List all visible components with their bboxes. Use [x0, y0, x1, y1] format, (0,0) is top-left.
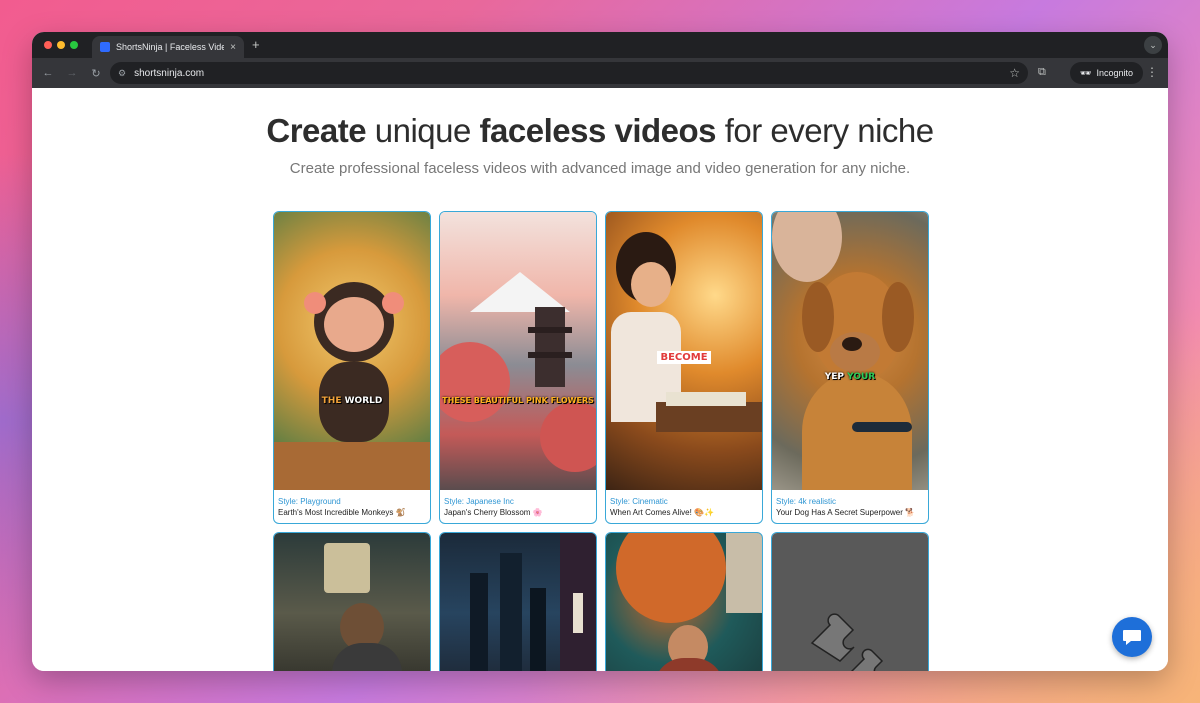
video-thumbnail[interactable]: THE WORLD [274, 212, 430, 490]
video-thumbnail[interactable]: BECOME [606, 212, 762, 490]
favicon-icon [100, 42, 110, 52]
video-style-label: Style: Japanese Inc [444, 497, 514, 506]
video-card[interactable] [273, 532, 431, 671]
headline-light-2: for every niche [716, 112, 934, 149]
puzzle-icon [810, 613, 884, 671]
page-title: Create unique faceless videos for every … [32, 112, 1168, 150]
browser-window: ShortsNinja | Faceless Video × + ⌄ ← → ↻… [32, 32, 1168, 671]
reload-icon[interactable]: ↻ [84, 67, 108, 80]
video-grid: THE WORLD Style: Playground Earth's Most… [273, 211, 929, 671]
video-caption: BECOME [606, 351, 762, 364]
chat-bubble-icon [1123, 630, 1141, 645]
video-caption: YEP YOUR [824, 372, 876, 382]
video-thumbnail[interactable] [606, 533, 762, 671]
incognito-label: Incognito [1096, 68, 1133, 78]
video-card[interactable] [439, 532, 597, 671]
video-thumbnail[interactable]: YEP YOUR [772, 212, 928, 490]
headline-bold-2: faceless videos [479, 112, 717, 149]
more-menu-icon[interactable]: ⋮ [1146, 65, 1158, 79]
video-title: Japan's Cherry Blossom 🌸 [444, 508, 543, 517]
headline-light-1: unique [366, 112, 480, 149]
video-style-label: Style: Playground [278, 497, 341, 506]
video-meta: Style: Cinematic When Art Comes Alive! 🎨… [606, 490, 762, 519]
forward-icon[interactable]: → [60, 67, 84, 79]
incognito-icon: 🕶 [1080, 67, 1092, 78]
video-card[interactable] [605, 532, 763, 671]
maximize-window-button[interactable] [70, 41, 78, 49]
video-meta: Style: Japanese Inc Japan's Cherry Bloss… [440, 490, 596, 519]
back-icon[interactable]: ← [36, 67, 60, 79]
tab-search-button[interactable]: ⌄ [1144, 36, 1162, 54]
video-caption: THESE BEAUTIFUL PINK FLOWERS [442, 396, 594, 405]
video-meta: Style: Playground Earth's Most Incredibl… [274, 490, 430, 519]
new-tab-button[interactable]: + [252, 37, 260, 52]
incognito-badge[interactable]: 🕶 Incognito [1070, 62, 1143, 84]
address-bar[interactable]: ⚙ shortsninja.com ☆ [110, 62, 1028, 84]
video-thumbnail[interactable]: THESE BEAUTIFUL PINK FLOWERS [440, 212, 596, 490]
bookmark-star-icon[interactable]: ☆ [1009, 66, 1020, 80]
video-thumbnail[interactable] [440, 533, 596, 671]
video-style-label: Style: Cinematic [610, 497, 668, 506]
video-style-label: Style: 4k realistic [776, 497, 837, 506]
video-thumbnail[interactable] [274, 533, 430, 671]
extensions-icon[interactable]: ⧉ [1038, 66, 1046, 79]
minimize-window-button[interactable] [57, 41, 65, 49]
video-thumbnail-placeholder[interactable] [772, 533, 928, 671]
video-card[interactable]: BECOME Style: Cinematic When Art Comes A… [605, 211, 763, 524]
video-card[interactable]: YEP YOUR Style: 4k realistic Your Dog Ha… [771, 211, 929, 524]
video-title: When Art Comes Alive! 🎨✨ [610, 508, 714, 517]
tab-bar: ShortsNinja | Faceless Video × + ⌄ [32, 32, 1168, 58]
chat-button[interactable] [1112, 617, 1152, 657]
tab-title: ShortsNinja | Faceless Video [116, 42, 225, 52]
video-meta: Style: 4k realistic Your Dog Has A Secre… [772, 490, 928, 519]
video-card[interactable]: THE WORLD Style: Playground Earth's Most… [273, 211, 431, 524]
browser-toolbar: ← → ↻ ⚙ shortsninja.com ☆ ⧉ 🕶 Incognito … [32, 58, 1168, 88]
video-title: Your Dog Has A Secret Superpower 🐕 [776, 508, 916, 517]
tab-close-icon[interactable]: × [230, 42, 236, 53]
window-controls [44, 41, 78, 49]
video-caption: THE WORLD [321, 396, 383, 406]
page-subtitle: Create professional faceless videos with… [289, 160, 911, 177]
browser-tab[interactable]: ShortsNinja | Faceless Video × [92, 36, 244, 58]
headline-bold-1: Create [266, 112, 367, 149]
video-title: Earth's Most Incredible Monkeys 🐒 [278, 508, 406, 517]
url-text: shortsninja.com [134, 67, 205, 79]
video-card[interactable]: THESE BEAUTIFUL PINK FLOWERS Style: Japa… [439, 211, 597, 524]
site-info-icon[interactable]: ⚙ [118, 68, 126, 79]
close-window-button[interactable] [44, 41, 52, 49]
page-content: Create unique faceless videos for every … [32, 88, 1168, 671]
video-card[interactable] [771, 532, 929, 671]
